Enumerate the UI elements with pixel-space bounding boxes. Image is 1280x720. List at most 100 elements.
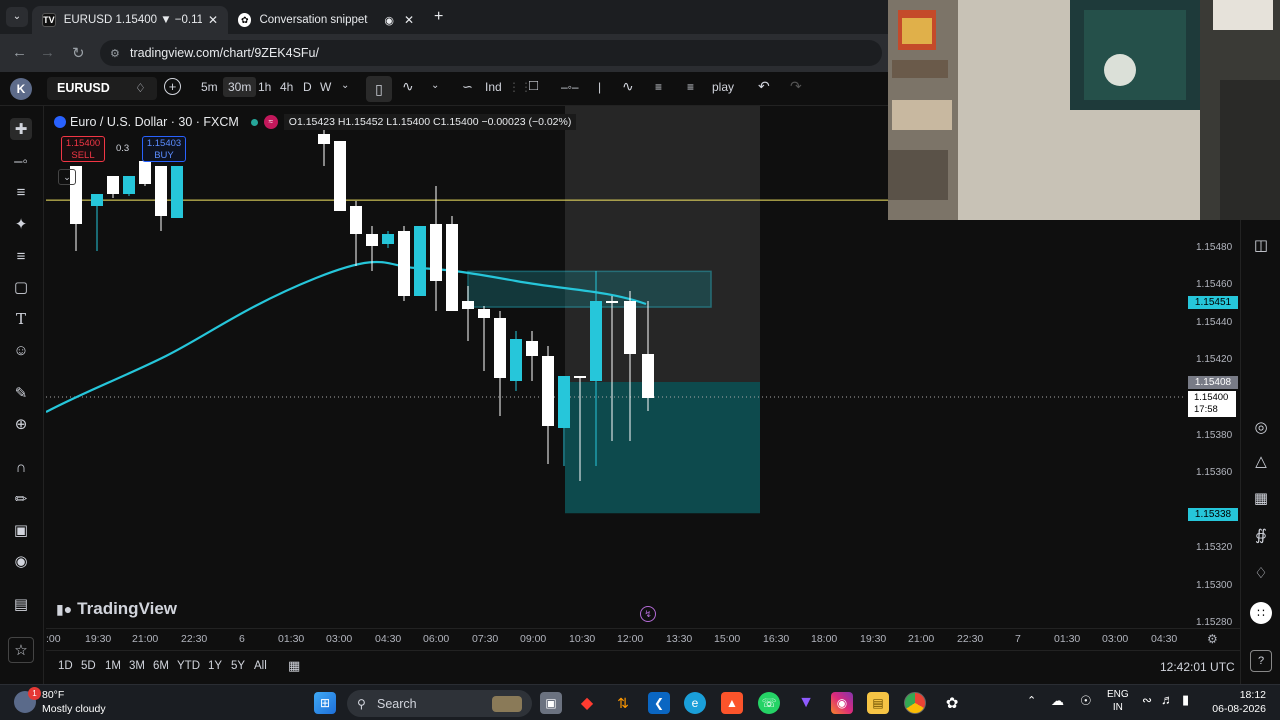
wifi-icon[interactable]: ∾ [1142,693,1152,707]
indicators-icon[interactable]: ∽ [462,79,473,95]
fib-retracement-icon[interactable]: ≡ [10,181,32,203]
buy-button[interactable]: 1.15403 BUY [142,136,186,162]
forward-icon[interactable]: → [40,44,55,61]
vpn-icon[interactable]: ▼ [795,692,817,714]
site-info-icon[interactable]: ⚙ [110,47,120,60]
file-explorer-icon[interactable]: ▤ [867,692,889,714]
help-icon[interactable]: ? [1250,650,1272,672]
emoji-icon[interactable]: ☺ [10,339,32,361]
reload-icon[interactable]: ↻ [72,44,85,62]
horizontal-ray-icon[interactable]: –◦– [561,80,579,94]
system-clock[interactable]: 18:12 06-08-2026 [1210,688,1266,716]
brave-icon[interactable]: ▲ [721,692,743,714]
close-tab-icon[interactable]: ✕ [208,13,218,27]
rectangle-tool-icon[interactable]: □ [529,77,538,94]
browser-tab-tradingview[interactable]: TV EURUSD 1.15400 ▼ −0.11% Un ✕ [32,6,228,34]
interval-1h[interactable]: 1h [258,80,271,94]
eye-icon[interactable]: ◉ [10,550,32,572]
close-tab-icon[interactable]: ✕ [404,13,414,27]
collapse-legend-icon[interactable]: ⌄ [58,169,76,185]
range-6m[interactable]: 6M [153,660,169,672]
text-tool-icon[interactable]: T [10,308,32,330]
candles-chart-type-icon[interactable]: ▯ [366,76,392,102]
app-orange-icon[interactable]: ⇅ [612,692,634,714]
lightning-icon[interactable]: ↯ [640,606,656,622]
back-icon[interactable]: ← [12,44,27,61]
windows-start-icon[interactable]: ⊞ [314,692,336,714]
whatsapp-icon[interactable]: ☏ [758,692,780,714]
range-3m[interactable]: 3M [129,660,145,672]
zoom-icon[interactable]: ⊕ [10,413,32,435]
range-5y[interactable]: 5Y [231,660,245,672]
pattern-icon[interactable]: ✦ [10,213,32,235]
axis-settings-icon[interactable]: ⚙ [1207,632,1218,646]
indicators-button[interactable]: Ind [485,80,502,94]
trash-icon[interactable]: ▤ [10,593,32,615]
chrome-icon[interactable] [904,692,926,714]
goto-date-icon[interactable]: ▦ [288,658,300,674]
volume-icon[interactable]: ♬ [1161,692,1174,707]
interval-4h[interactable]: 4h [280,80,293,94]
interval-30m[interactable]: 30m [223,77,257,97]
vscode-icon[interactable]: ❮ [648,692,670,714]
symbol-watch-icon[interactable]: ♢ [135,81,146,95]
weather-widget[interactable]: 1 80°F Mostly cloudy [14,687,144,719]
range-1d[interactable]: 1D [58,660,73,672]
range-ytd[interactable]: YTD [177,660,200,672]
star-icon[interactable]: ☆ [8,637,34,663]
url-field[interactable]: ⚙ tradingview.com/chart/9ZEK4SFu/ [100,40,882,66]
lock-icon[interactable]: ▣ [10,519,32,541]
language-indicator[interactable]: ENG IN [1107,688,1129,714]
interval-5m[interactable]: 5m [201,80,218,94]
signal-icon[interactable]: ∯ [1250,524,1272,546]
layers-icon[interactable]: △ [1250,450,1272,472]
tray-expand-icon[interactable]: ⌃ [1027,694,1036,707]
redo-icon[interactable]: ↷ [790,78,802,95]
interval-d[interactable]: D [303,80,312,94]
new-tab-button[interactable]: + [434,8,443,26]
draw-mode-icon[interactable]: ✏ [10,488,32,510]
onedrive-icon[interactable]: ☁ [1051,693,1064,709]
chart-type-dropdown-icon[interactable]: ⌄ [431,80,439,91]
utc-clock[interactable]: 12:42:01 UTC [1160,660,1235,674]
tab-list-button[interactable]: ⌄ [6,7,28,27]
replay-button[interactable]: play [712,80,734,94]
taskbar-search[interactable]: ⚲ Search [347,690,532,717]
interval-dropdown-icon[interactable]: ⌄ [341,80,349,91]
battery-icon[interactable]: ▮ [1182,692,1189,708]
chat-icon[interactable]: ◫ [1250,234,1272,256]
bell-icon[interactable]: ♢ [1250,562,1272,584]
candle-body [366,234,378,246]
crosshair-icon[interactable]: ✚ [10,118,32,140]
shape-icon[interactable]: ▢ [10,276,32,298]
undo-icon[interactable]: ↶ [758,78,770,95]
chatgpt-icon[interactable]: ✿ [941,692,963,714]
microphone-icon[interactable]: ☉ [1080,693,1092,709]
range-5d[interactable]: 5D [81,660,96,672]
browser-tab-conversation[interactable]: ✿ Conversation snippet ◉ ✕ [228,6,424,34]
vertical-line-icon[interactable]: | [598,80,601,94]
compare-symbol-icon[interactable]: + [164,78,181,95]
prediction-icon[interactable]: ≡ [10,245,32,267]
app-diamond-icon[interactable]: ◆ [576,692,598,714]
apps-grid-icon[interactable]: ∷ [1250,602,1272,624]
target-icon[interactable]: ◎ [1250,416,1272,438]
interval-w[interactable]: W [320,80,331,94]
magnet-icon[interactable]: ∩ [10,456,32,478]
user-avatar[interactable]: K [10,78,32,100]
fib-tool-icon[interactable]: ≡ [655,80,662,94]
instagram-icon[interactable]: ◉ [831,692,853,714]
task-view-icon[interactable]: ▣ [540,692,562,714]
trend-line-icon[interactable]: –◦ [10,150,32,172]
time-axis[interactable]: :00 19:30 21:00 22:30 6 01:30 03:00 04:3… [46,628,1240,650]
sell-button[interactable]: 1.15400 SELL [61,136,105,162]
line-tool-icon[interactable]: ∿ [402,78,414,95]
range-all[interactable]: All [254,660,267,672]
fib-channel-icon[interactable]: ≡ [687,80,694,94]
edge-icon[interactable]: e [684,692,706,714]
pattern-tool-icon[interactable]: ∿ [622,78,634,95]
ruler-icon[interactable]: ✎ [10,382,32,404]
range-1y[interactable]: 1Y [208,660,222,672]
calendar-icon[interactable]: ▦ [1250,487,1272,509]
range-1m[interactable]: 1M [105,660,121,672]
